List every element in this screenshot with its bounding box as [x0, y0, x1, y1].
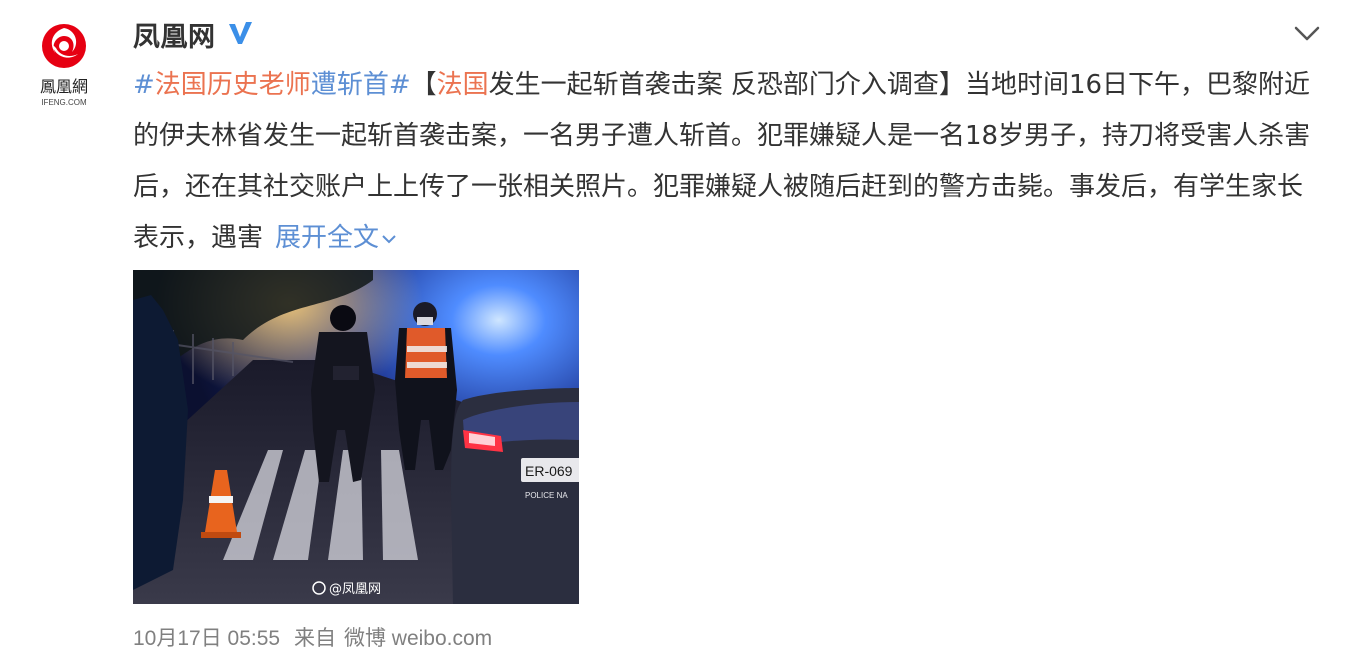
post-timestamp[interactable]: 10月17日 05:55 — [133, 627, 280, 650]
ifeng-logo-avatar[interactable]: 鳳凰網 IFENG.COM — [22, 14, 106, 110]
avatar-logo-text: 鳳凰網 — [40, 77, 88, 96]
hashtag-link[interactable]: #法国历史老师遭斩首# — [133, 70, 411, 100]
source-prefix: 来自 — [293, 627, 336, 650]
post-meta: 10月17日 05:55 来自 微博 weibo.com — [133, 622, 500, 652]
chevron-down-icon[interactable] — [1293, 22, 1321, 44]
photo-car-text: POLICE NA — [525, 491, 568, 500]
bracket-open: 【 — [410, 70, 437, 100]
headline-text: 发生一起斩首袭击案 反恐部门介入调查 — [488, 70, 939, 100]
hashtag-part2: 遭斩首 — [310, 70, 389, 100]
headline-link[interactable]: 法国 — [437, 70, 489, 100]
expand-full-text-link[interactable]: 展开全文 — [275, 223, 397, 253]
avatar-logo-subtext: IFENG.COM — [41, 98, 87, 107]
photo-plate-text: ER-069 — [525, 463, 573, 479]
post-text: #法国历史老师遭斩首#【法国发生一起斩首袭击案 反恐部门介入调查】当地时间16日… — [133, 60, 1328, 264]
phoenix-logo-icon — [42, 24, 86, 68]
hashtag-open: # — [133, 70, 155, 100]
source-link[interactable]: 微博 weibo.com — [344, 627, 492, 650]
bracket-close: 】 — [938, 70, 965, 100]
expand-label: 展开全文 — [275, 223, 380, 253]
author-row: 凤凰网 — [133, 12, 254, 56]
author-name[interactable]: 凤凰网 — [133, 15, 216, 54]
photo-police-car: ER-069 POLICE NA — [451, 388, 579, 604]
expand-chevron-icon — [382, 234, 396, 243]
post-photo[interactable]: ER-069 POLICE NA @凤凰网 — [133, 270, 579, 604]
verified-v-icon — [228, 22, 252, 44]
hashtag-part1: 法国历史老师 — [154, 70, 311, 100]
weibo-post: 鳳凰網 IFENG.COM 凤凰网 #法国历史老师遭斩首#【法国发生一起斩首袭击… — [0, 0, 1351, 654]
hashtag-close: # — [388, 70, 411, 100]
photo-watermark-text: @凤凰网 — [329, 582, 381, 597]
